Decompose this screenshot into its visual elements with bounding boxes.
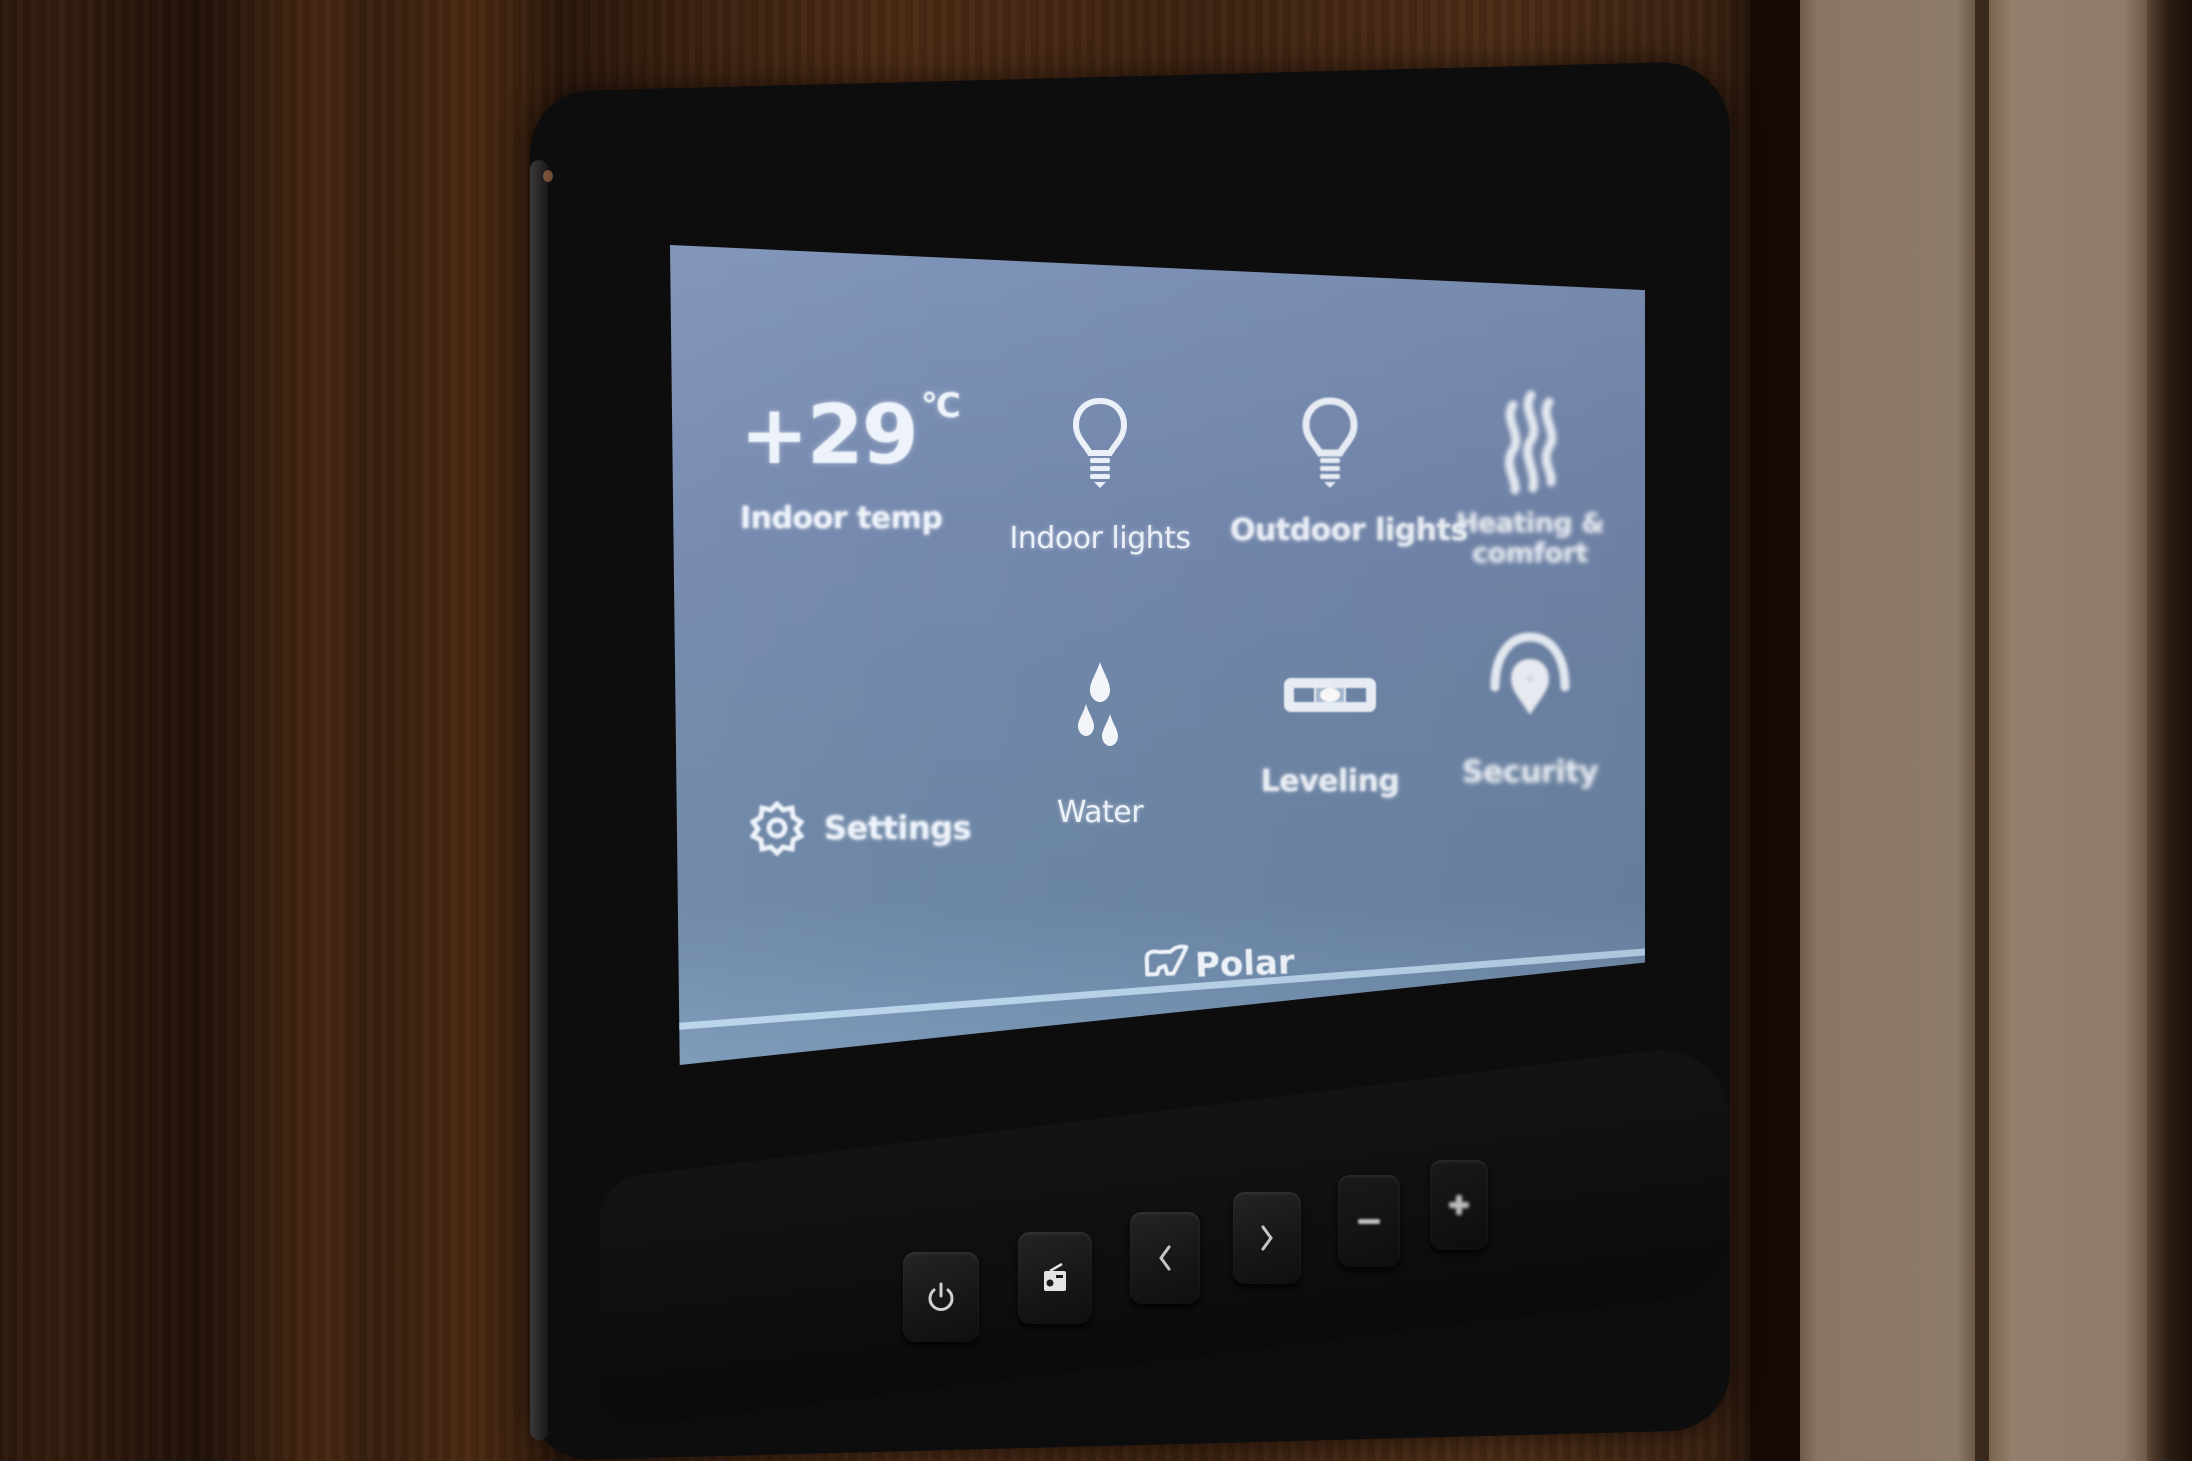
door-frame-edge — [2147, 0, 2192, 1461]
minus-button[interactable] — [1338, 1175, 1400, 1267]
previous-button[interactable] — [1130, 1212, 1200, 1304]
tile-settings[interactable]: Settings — [750, 800, 990, 856]
touchscreen: +29 °C Indoor temp Indoor lights Outdoor… — [670, 245, 1645, 1065]
power-icon — [926, 1280, 956, 1314]
indoor-temp-value: +29 °C — [740, 386, 961, 483]
heat-waves-icon — [1440, 390, 1620, 495]
water-drops-icon — [1000, 660, 1200, 755]
tile-water[interactable]: Water — [1000, 660, 1200, 830]
plus-button[interactable] — [1430, 1160, 1488, 1250]
tile-indoor-temp[interactable]: +29 °C Indoor temp — [740, 386, 961, 536]
tile-label-line: Heating & — [1455, 508, 1605, 539]
minus-icon — [1356, 1216, 1382, 1226]
lightbulb-icon — [1230, 395, 1430, 495]
temp-unit: °C — [920, 386, 961, 426]
spirit-level-icon — [1230, 670, 1430, 720]
tile-label: Indoor temp — [740, 501, 943, 536]
brand-name: Polar — [1194, 941, 1296, 986]
power-button[interactable] — [903, 1252, 979, 1342]
lightbulb-icon — [1000, 395, 1200, 495]
door-frame-shadow — [1750, 0, 1800, 1461]
tile-indoor-lights[interactable]: Indoor lights — [1000, 395, 1200, 556]
tile-label: Indoor lights — [1009, 521, 1191, 556]
polar-bear-icon — [1142, 943, 1190, 990]
tile-label: Leveling — [1260, 764, 1400, 799]
tile-label: Outdoor lights — [1230, 513, 1468, 548]
radio-button[interactable] — [1018, 1232, 1092, 1324]
status-led — [543, 170, 553, 182]
radio-icon — [1040, 1261, 1070, 1295]
next-button[interactable] — [1233, 1192, 1301, 1284]
door-frame-panel — [1989, 0, 2147, 1461]
tile-leveling[interactable]: Leveling — [1230, 670, 1430, 799]
gear-icon — [750, 800, 804, 856]
brand-logo: Polar — [1142, 939, 1295, 989]
chevron-left-icon — [1155, 1243, 1175, 1273]
tile-label: Water — [1056, 795, 1144, 830]
bezel-edge — [530, 160, 548, 1440]
tile-outdoor-lights[interactable]: Outdoor lights — [1230, 395, 1468, 548]
tile-label: Security — [1461, 755, 1599, 790]
tile-heating-comfort[interactable]: Heating & comfort — [1440, 390, 1620, 568]
chevron-right-icon — [1257, 1223, 1277, 1253]
door-frame-groove — [1975, 0, 1989, 1461]
plus-icon — [1447, 1193, 1471, 1217]
tile-label-line: comfort — [1472, 537, 1588, 569]
door-frame-panel — [1800, 0, 1975, 1461]
location-shield-icon — [1440, 625, 1620, 725]
tile-label: Heating & comfort — [1440, 509, 1620, 568]
tile-security[interactable]: Security — [1440, 625, 1620, 790]
tile-label: Settings — [824, 809, 972, 847]
